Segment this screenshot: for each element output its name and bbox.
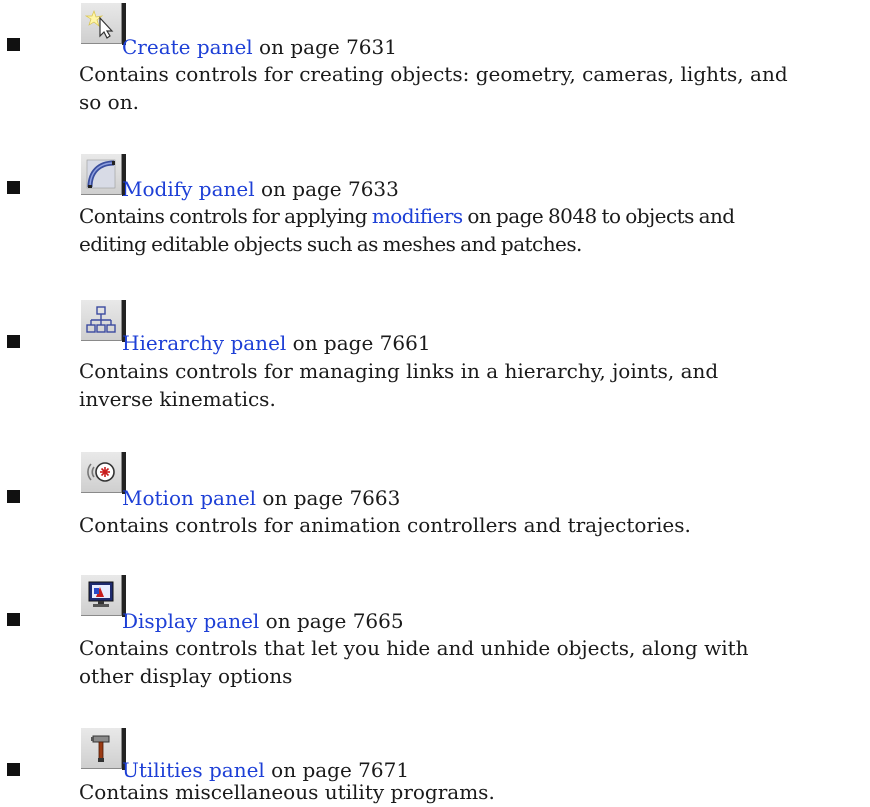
modify-arc-icon [80,153,126,196]
entry-description: Contains controls for applying modifiers… [79,202,789,258]
description-text: Contains controls for applying [79,204,372,228]
entry-heading: Hierarchy panel on page 7661 [122,329,431,357]
bullet [7,335,20,348]
page-reference: on page 7631 [252,35,397,59]
entry-description: Contains controls for creating objects: … [79,62,788,114]
create-panel-link[interactable]: Create panel [122,35,253,59]
page-reference: on page 7665 [259,609,404,633]
page-reference: on page 7633 [254,177,399,201]
entry-description: Contains controls for animation controll… [79,513,691,537]
entry-description: Contains miscellaneous utility programs. [79,780,495,804]
entry-description: Contains controls for managing links in … [79,359,719,411]
entry-heading: Modify panel on page 7633 [122,175,399,203]
create-sparkle-cursor-icon [80,2,126,45]
bullet [7,613,20,626]
entry-heading: Motion panel on page 7663 [122,484,400,512]
modify-panel-link[interactable]: Modify panel [122,177,255,201]
hierarchy-panel-link[interactable]: Hierarchy panel [122,331,286,355]
bullet [7,490,20,503]
bullet [7,181,20,194]
display-monitor-icon [80,574,126,617]
entry-description: Contains controls that let you hide and … [79,636,749,688]
bullet [7,763,20,776]
page-reference: on page 7663 [256,486,401,510]
motion-wheel-icon [80,451,126,494]
display-panel-link[interactable]: Display panel [122,609,259,633]
utilities-hammer-icon [80,727,126,770]
entry-heading: Create panel on page 7631 [122,33,397,61]
modifiers-link[interactable]: modifiers [372,204,463,228]
entry-heading: Display panel on page 7665 [122,607,404,635]
bullet [7,38,20,51]
hierarchy-tree-icon [80,299,126,342]
motion-panel-link[interactable]: Motion panel [122,486,256,510]
page-reference: on page 7661 [286,331,431,355]
